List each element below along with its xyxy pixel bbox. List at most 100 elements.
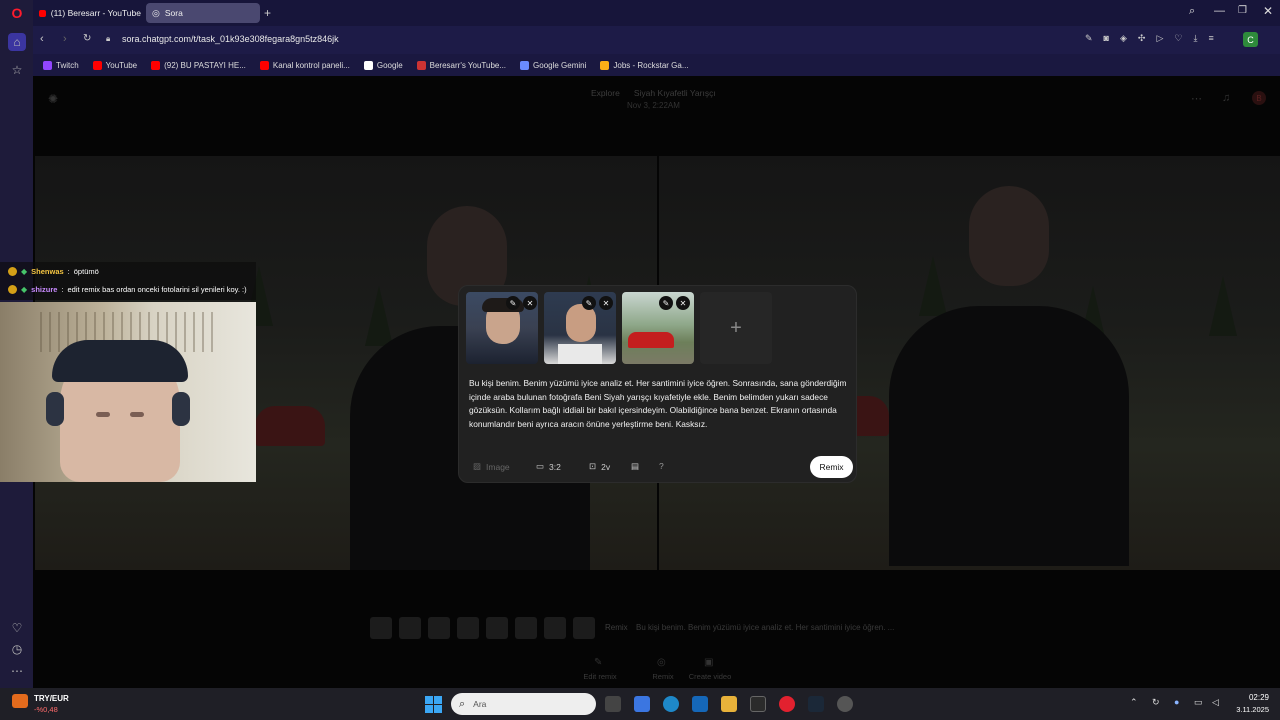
new-tab-button[interactable]: +: [264, 6, 271, 20]
aspect-ratio-select[interactable]: ▭ 3:2: [536, 461, 561, 472]
bookmark-icon: [259, 60, 269, 70]
app-icon[interactable]: [837, 696, 853, 712]
profile-avatar[interactable]: C: [1243, 32, 1258, 47]
display-icon[interactable]: ▭: [1194, 697, 1203, 708]
bookmark-item[interactable]: (92) BU PASTAYI HE...: [151, 60, 246, 70]
remix-tag: Remix: [605, 623, 628, 632]
search-icon[interactable]: ⌕: [1189, 5, 1195, 18]
help-button[interactable]: ?: [659, 461, 664, 471]
restore-button[interactable]: ❐: [1238, 5, 1247, 16]
more-icon[interactable]: ⋯: [8, 662, 26, 680]
clock-date[interactable]: 3.11.2025: [1223, 705, 1269, 714]
outlook-icon[interactable]: [692, 696, 708, 712]
create-video-button[interactable]: Create video: [680, 672, 740, 681]
bookmark-item[interactable]: YouTube: [92, 60, 137, 70]
page-header: Explore Siyah Kıyafetli Yarışçı: [591, 88, 716, 98]
explore-link[interactable]: Explore: [591, 88, 620, 98]
menu-icon[interactable]: ≡: [1208, 33, 1213, 44]
edit-image-2-button[interactable]: ✎: [582, 296, 596, 310]
add-image-button[interactable]: +: [700, 292, 772, 364]
bookmark-item[interactable]: Twitch: [43, 60, 79, 70]
extension-icon[interactable]: ✣: [1138, 33, 1146, 44]
remove-image-2-button[interactable]: ✕: [599, 296, 613, 310]
variations-select[interactable]: ⊡ 2v: [589, 461, 610, 472]
play-icon[interactable]: ▷: [1156, 33, 1163, 44]
remove-image-3-button[interactable]: ✕: [676, 296, 690, 310]
copilot-icon[interactable]: [634, 696, 650, 712]
bookmark-icon: [151, 60, 161, 70]
tab-sora[interactable]: ◎ Sora: [146, 3, 260, 23]
currency-change: -%0,48: [34, 705, 58, 714]
vpn-icon[interactable]: ◈: [1120, 33, 1127, 44]
opera-logo-icon[interactable]: O: [8, 4, 26, 22]
store-icon[interactable]: [750, 696, 766, 712]
home-icon[interactable]: ⌂: [8, 33, 26, 51]
back-button[interactable]: ‹: [40, 33, 44, 45]
close-window-button[interactable]: ✕: [1263, 4, 1273, 18]
camera-icon[interactable]: ◙: [1104, 33, 1109, 44]
strip-thumbnail[interactable]: [370, 617, 392, 639]
reference-image-3[interactable]: ✎ ✕: [622, 292, 694, 364]
edge-icon[interactable]: [663, 696, 679, 712]
tab-label: (11) Beresarr - YouTube: [50, 8, 141, 18]
minimize-button[interactable]: —: [1214, 5, 1225, 17]
remix-prompt-preview[interactable]: Bu kişi benim. Benim yüzümü iyice analiz…: [636, 623, 894, 632]
strip-thumbnail[interactable]: [428, 617, 450, 639]
strip-thumbnail[interactable]: [486, 617, 508, 639]
tray-chevron-icon[interactable]: ⌃: [1130, 697, 1138, 708]
microphone-icon[interactable]: ●: [1174, 697, 1179, 707]
address-actions: ✎ ◙ ◈ ✣ ▷ ♡ ⤓ ≡: [1085, 33, 1214, 44]
bookmark-heart-icon[interactable]: ♡: [1174, 33, 1182, 44]
strip-thumbnail[interactable]: [515, 617, 537, 639]
edit-image-1-button[interactable]: ✎: [506, 296, 520, 310]
task-view-icon[interactable]: [605, 696, 621, 712]
file-explorer-icon[interactable]: [721, 696, 737, 712]
edit-icon[interactable]: ✎: [1085, 33, 1093, 44]
storyboard-button[interactable]: ▤: [631, 461, 639, 472]
bookmark-item[interactable]: Beresarr's YouTube...: [416, 60, 506, 70]
download-icon[interactable]: ⤓: [1193, 33, 1197, 44]
weather-widget-icon[interactable]: [12, 694, 28, 708]
bookmark-icon: [43, 60, 52, 70]
clock-time[interactable]: 02:29: [1233, 693, 1269, 702]
user-avatar[interactable]: B: [1252, 91, 1266, 105]
variations-value: 2v: [601, 461, 611, 472]
remix-button[interactable]: Remix: [810, 456, 853, 478]
strip-thumbnail[interactable]: [399, 617, 421, 639]
opera-taskbar-icon[interactable]: [779, 696, 795, 712]
reload-button[interactable]: ↻: [83, 33, 91, 44]
heart-icon[interactable]: ♡: [8, 619, 26, 637]
url-field[interactable]: sora.chatgpt.com/t/task_01k93e308fegara8…: [122, 34, 339, 44]
star-icon[interactable]: ☆: [8, 61, 26, 79]
windows-start-icon[interactable]: [425, 696, 442, 713]
strip-thumbnail[interactable]: [573, 617, 595, 639]
windows-taskbar: TRY/EUR -%0,48 ⌕ Ara ⌃ ↻ ● ▭ ◁ 02:29 3.1…: [0, 688, 1280, 720]
currency-pair[interactable]: TRY/EUR: [34, 694, 69, 703]
volume-icon[interactable]: ◁: [1212, 697, 1219, 708]
history-icon[interactable]: ◷: [8, 640, 26, 658]
openai-logo-icon[interactable]: ✺: [48, 92, 58, 106]
bookmark-item[interactable]: Google: [363, 60, 403, 70]
image-toggle[interactable]: ▨ Image: [473, 461, 510, 472]
more-options-icon[interactable]: ⋯: [1191, 92, 1202, 105]
bookmark-item[interactable]: Kanal kontrol paneli...: [259, 60, 350, 70]
prompt-textarea[interactable]: Bu kişi benim. Benim yüzümü iyice analiz…: [469, 377, 849, 431]
edit-remix-button[interactable]: Edit remix: [570, 672, 630, 681]
diamond-icon: ◆: [21, 267, 28, 276]
tab-youtube[interactable]: (11) Beresarr - YouTube: [33, 3, 141, 23]
edit-image-3-button[interactable]: ✎: [659, 296, 673, 310]
bookmark-label: Jobs - Rockstar Ga...: [613, 60, 689, 70]
badge-icon: [8, 267, 17, 276]
taskbar-search[interactable]: ⌕ Ara: [451, 693, 596, 715]
reference-image-1[interactable]: ✎ ✕: [466, 292, 538, 364]
strip-thumbnail[interactable]: [544, 617, 566, 639]
remove-image-1-button[interactable]: ✕: [523, 296, 537, 310]
bookmark-item[interactable]: Jobs - Rockstar Ga...: [600, 60, 689, 70]
bookmark-item[interactable]: Google Gemini: [520, 60, 586, 70]
steam-icon[interactable]: [808, 696, 824, 712]
strip-thumbnail[interactable]: [457, 617, 479, 639]
forward-button[interactable]: ›: [63, 33, 67, 45]
sync-icon[interactable]: ↻: [1152, 697, 1160, 708]
bell-icon[interactable]: ♫: [1222, 92, 1230, 104]
reference-image-2[interactable]: ✎ ✕: [544, 292, 616, 364]
